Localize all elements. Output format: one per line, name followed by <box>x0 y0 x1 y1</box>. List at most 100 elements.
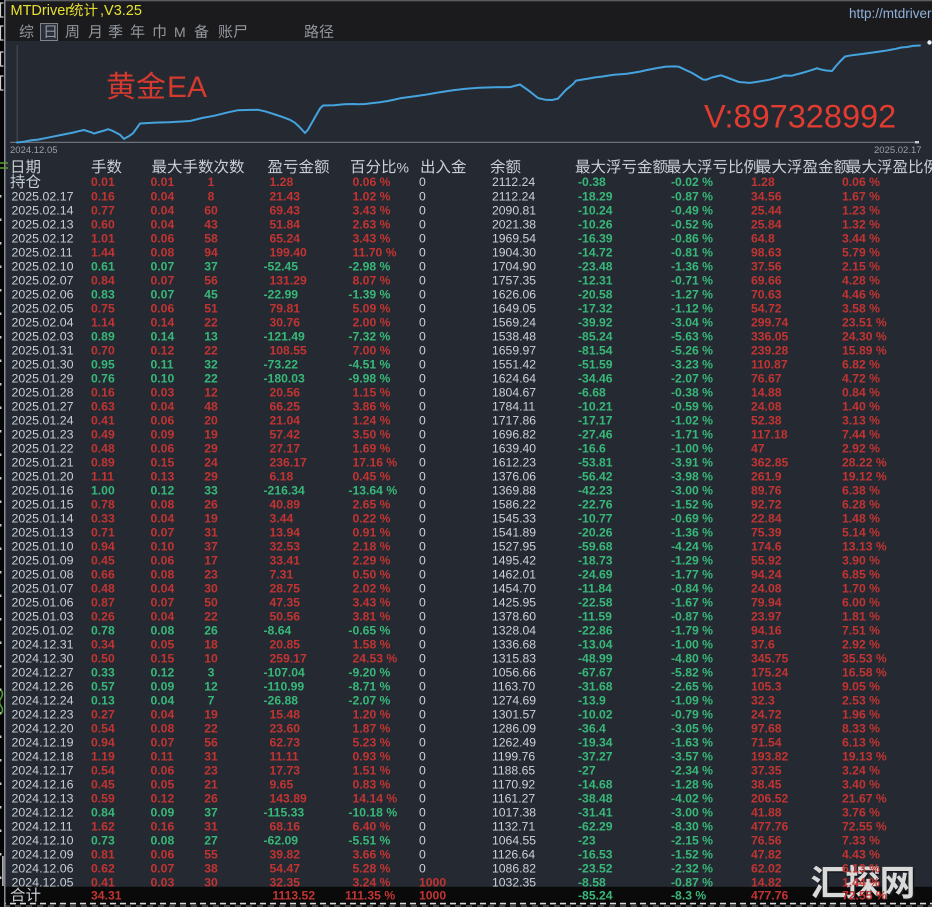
svg-text:0: 0 <box>419 371 426 385</box>
svg-text:-42.23: -42.23 <box>578 483 613 497</box>
svg-text:2025.01.21: 2025.01.21 <box>12 455 74 469</box>
svg-text:97.68: 97.68 <box>751 721 782 735</box>
svg-text:72.55 %: 72.55 % <box>842 819 887 833</box>
svg-text:0.01: 0.01 <box>91 175 115 189</box>
svg-text:1586.22: 1586.22 <box>492 497 536 511</box>
svg-text:-5.63 %: -5.63 % <box>671 329 713 343</box>
svg-text:13.94: 13.94 <box>270 525 301 539</box>
svg-text:-2.34 %: -2.34 % <box>671 763 713 777</box>
svg-text:1315.83: 1315.83 <box>492 651 536 665</box>
svg-text:-8.64: -8.64 <box>264 623 292 637</box>
svg-text:0.04: 0.04 <box>151 511 175 525</box>
svg-text:-1.52 %: -1.52 % <box>671 497 713 511</box>
svg-text:0.87: 0.87 <box>91 595 115 609</box>
svg-text:-3.23 %: -3.23 % <box>671 357 713 371</box>
svg-text:0.08: 0.08 <box>151 833 175 847</box>
svg-text:2021.38: 2021.38 <box>492 217 536 231</box>
svg-text:51: 51 <box>204 301 218 315</box>
svg-text:-10.24: -10.24 <box>578 203 613 217</box>
svg-text:0.62: 0.62 <box>91 861 115 875</box>
svg-text:-1.00 %: -1.00 % <box>671 441 713 455</box>
svg-text:54.47: 54.47 <box>270 861 301 875</box>
svg-text:92.72: 92.72 <box>751 497 782 511</box>
svg-text:2.02 %: 2.02 % <box>353 581 391 595</box>
svg-text:79.94: 79.94 <box>751 595 782 609</box>
svg-text:2024.12.18: 2024.12.18 <box>12 749 74 763</box>
svg-text:0.06 %: 0.06 % <box>842 175 880 189</box>
svg-text:0: 0 <box>419 357 426 371</box>
svg-text:6.00 %: 6.00 % <box>842 595 880 609</box>
svg-text:24.08: 24.08 <box>751 581 782 595</box>
svg-text:29: 29 <box>204 441 218 455</box>
svg-text:1969.54: 1969.54 <box>492 231 536 245</box>
svg-text:0: 0 <box>419 259 426 273</box>
svg-text:-26.88: -26.88 <box>264 693 299 707</box>
svg-text:0: 0 <box>419 847 426 861</box>
svg-text:-2.32 %: -2.32 % <box>671 861 713 875</box>
svg-text:2024.12.09: 2024.12.09 <box>12 847 74 861</box>
svg-text:22.84: 22.84 <box>751 511 782 525</box>
svg-text:0: 0 <box>419 385 426 399</box>
svg-text:0: 0 <box>419 651 426 665</box>
svg-text:2025.02.03: 2025.02.03 <box>12 329 74 343</box>
svg-text:54.72: 54.72 <box>751 301 782 315</box>
svg-text:-13.64 %: -13.64 % <box>348 483 397 497</box>
svg-text:-1.79 %: -1.79 % <box>671 623 713 637</box>
svg-text:131.29: 131.29 <box>270 273 307 287</box>
svg-text:22: 22 <box>204 721 218 735</box>
svg-text:-17.17: -17.17 <box>578 413 613 427</box>
svg-text:65.24: 65.24 <box>270 231 301 245</box>
svg-text:3.44: 3.44 <box>270 511 294 525</box>
svg-text:1.67 %: 1.67 % <box>842 189 880 203</box>
svg-text:6.82 %: 6.82 % <box>842 357 880 371</box>
svg-text:-107.04: -107.04 <box>264 665 306 679</box>
svg-text:0: 0 <box>419 399 426 413</box>
svg-text:94.16: 94.16 <box>751 623 782 637</box>
svg-text:0.11: 0.11 <box>151 357 174 371</box>
svg-text:0.07: 0.07 <box>151 861 175 875</box>
svg-text:2024.12.23: 2024.12.23 <box>12 707 74 721</box>
svg-text:175.24: 175.24 <box>751 665 788 679</box>
svg-text:0: 0 <box>419 679 426 693</box>
svg-text:-8.71 %: -8.71 % <box>348 679 390 693</box>
svg-text:299.74: 299.74 <box>751 315 788 329</box>
svg-text:-0.79 %: -0.79 % <box>671 707 713 721</box>
svg-text:-3.91 %: -3.91 % <box>671 455 713 469</box>
svg-text:0.95: 0.95 <box>91 357 115 371</box>
svg-text:0: 0 <box>419 455 426 469</box>
svg-text:0.54: 0.54 <box>91 721 115 735</box>
svg-text:2024.12.16: 2024.12.16 <box>12 777 74 791</box>
svg-text:-19.34: -19.34 <box>578 735 613 749</box>
svg-text:12: 12 <box>204 385 218 399</box>
svg-text:-1.29 %: -1.29 % <box>671 553 713 567</box>
svg-text:37.56: 37.56 <box>751 259 782 273</box>
svg-text:-2.07 %: -2.07 % <box>348 693 390 707</box>
svg-text:5.28 %: 5.28 % <box>353 861 391 875</box>
svg-text:-4.80 %: -4.80 % <box>671 651 713 665</box>
svg-text:1.24 %: 1.24 % <box>353 413 391 427</box>
svg-text:2.18 %: 2.18 % <box>353 539 391 553</box>
svg-text:2025.02.11: 2025.02.11 <box>12 245 73 259</box>
svg-text:0.76: 0.76 <box>91 371 115 385</box>
svg-text:174.6: 174.6 <box>751 539 782 553</box>
svg-text:-14.68: -14.68 <box>578 777 613 791</box>
svg-text:19.12 %: 19.12 % <box>842 469 887 483</box>
svg-text:-85.24: -85.24 <box>578 889 613 903</box>
svg-text:1376.06: 1376.06 <box>492 469 536 483</box>
svg-text:0.05: 0.05 <box>151 637 175 651</box>
svg-text:1.20 %: 1.20 % <box>353 707 391 721</box>
svg-text:-1.12 %: -1.12 % <box>671 301 713 315</box>
svg-text:3: 3 <box>208 665 215 679</box>
svg-text:20.85: 20.85 <box>270 637 301 651</box>
svg-text:0: 0 <box>419 805 426 819</box>
svg-text:0: 0 <box>419 217 426 231</box>
svg-text:-23.48: -23.48 <box>578 259 613 273</box>
svg-text:0.91 %: 0.91 % <box>353 525 391 539</box>
svg-text:1624.64: 1624.64 <box>492 371 536 385</box>
svg-text:-5.51 %: -5.51 % <box>348 833 390 847</box>
svg-text:-73.22: -73.22 <box>264 357 299 371</box>
svg-text:110.87: 110.87 <box>751 357 788 371</box>
svg-text:-1.63 %: -1.63 % <box>671 735 713 749</box>
svg-text:0.12: 0.12 <box>151 343 175 357</box>
svg-text:2024.12.19: 2024.12.19 <box>12 735 74 749</box>
